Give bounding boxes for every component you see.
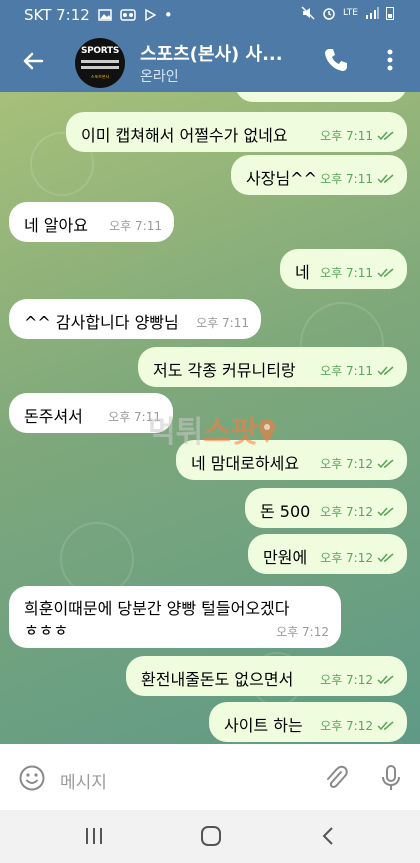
message-text: 돈 500 xyxy=(260,502,311,521)
message-bubble-out[interactable]: 이미 캡쳐해서 어쩔수가 없네요 오후 7:11 xyxy=(66,112,407,152)
message-bubble-out[interactable]: 사이트 하는 오후 7:12 xyxy=(209,702,407,742)
alarm-icon xyxy=(323,8,335,20)
message-time: 오후 7:11 xyxy=(320,364,373,378)
message-meta: 오후 7:11 xyxy=(320,127,395,144)
message-time: 오후 7:11 xyxy=(109,219,162,233)
chat-status: 온라인 xyxy=(140,69,179,85)
double-check-icon xyxy=(377,552,394,562)
more-vert-icon[interactable] xyxy=(382,46,398,74)
double-check-icon xyxy=(377,506,394,516)
message-meta: 오후 7:11 xyxy=(320,264,395,281)
message-text: 네 맘대로하세요 xyxy=(191,454,300,473)
mic-icon[interactable] xyxy=(380,764,402,792)
mute-icon xyxy=(301,6,315,20)
avatar[interactable]: SPORTS 스포츠본사 xyxy=(75,38,125,88)
notification-dot-icon: • xyxy=(163,6,173,24)
double-check-icon xyxy=(377,365,394,375)
chat-title[interactable]: 스포츠(본사) 사... xyxy=(140,40,283,66)
message-meta: 오후 7:12 xyxy=(320,455,395,472)
message-meta: 오후 7:12 xyxy=(320,503,395,520)
double-check-icon xyxy=(377,674,394,684)
message-bubble-out[interactable]: 만원에 오후 7:12 xyxy=(248,534,407,574)
status-carrier-time: SKT 7:12 xyxy=(24,6,90,24)
watermark-left: 먹튀 xyxy=(148,415,204,450)
emoji-icon[interactable] xyxy=(18,764,46,792)
chat-area[interactable]: 이미 캡쳐해서 어쩔수가 없네요 오후 7:11 사장님^^ 오후 7:11 네… xyxy=(0,92,420,744)
message-time: 오후 7:12 xyxy=(320,551,373,565)
double-check-icon xyxy=(377,458,394,468)
message-meta: 오후 7:11 xyxy=(320,362,395,379)
message-time: 오후 7:12 xyxy=(320,719,373,733)
message-meta: 오후 7:12 xyxy=(320,671,395,688)
avatar-subtext: 스포츠본사 xyxy=(90,74,110,79)
message-text: 이미 캡쳐해서 어쩔수가 없네요 xyxy=(81,126,288,145)
message-bubble-out[interactable]: 저도 각종 커뮤니티랑 오후 7:11 xyxy=(138,347,407,387)
message-time: 오후 7:11 xyxy=(320,129,373,143)
watermark-right: 스팟 xyxy=(203,415,259,450)
network-type: LTE xyxy=(343,8,358,18)
play-store-icon xyxy=(145,9,156,21)
message-bubble-out[interactable]: 네 오후 7:11 xyxy=(280,249,407,289)
message-time: 오후 7:11 xyxy=(320,172,373,186)
message-text-line-1: 희훈이때문에 당분간 양빵 털들어오겠다 xyxy=(24,599,290,618)
message-text: ^^ 감사합니다 양빵님 xyxy=(24,313,179,332)
message-meta: 오후 7:11 xyxy=(109,217,162,234)
recents-icon[interactable] xyxy=(84,825,104,847)
message-text: 환전내줄돈도 없으면서 xyxy=(141,670,294,689)
message-input[interactable]: 메시지 xyxy=(60,768,107,793)
message-text: 저도 각종 커뮤니티랑 xyxy=(153,361,296,380)
signal-icon xyxy=(366,7,379,19)
message-bubble-out[interactable]: 환전내줄돈도 없으면서 오후 7:12 xyxy=(126,656,407,696)
gallery-icon xyxy=(98,9,112,21)
message-meta: 오후 7:12 xyxy=(276,623,329,640)
message-meta: 오후 7:11 xyxy=(320,170,395,187)
nav-back-icon[interactable] xyxy=(320,825,336,847)
battery-icon xyxy=(386,7,394,20)
message-time: 오후 7:12 xyxy=(320,673,373,687)
message-meta: 오후 7:11 xyxy=(196,314,249,331)
home-icon[interactable] xyxy=(200,825,222,847)
system-nav-bar xyxy=(0,810,420,863)
message-time: 오후 7:11 xyxy=(320,266,373,280)
message-text: 돈주셔서 xyxy=(24,407,83,426)
double-check-icon xyxy=(377,720,394,730)
message-time: 오후 7:12 xyxy=(276,625,329,639)
message-input-bar: 메시지 xyxy=(0,744,420,810)
double-check-icon xyxy=(377,173,394,183)
phone-icon[interactable] xyxy=(322,46,350,74)
status-bar: SKT 7:12 • LTE xyxy=(0,0,420,30)
message-bubble-partial[interactable] xyxy=(235,92,407,102)
message-text: 사이트 하는 xyxy=(224,716,303,735)
message-bubble-in[interactable]: 네 알아요 오후 7:11 xyxy=(9,202,174,242)
message-bubble-in[interactable]: 희훈이때문에 당분간 양빵 털들어오겠다 ㅎㅎㅎ 오후 7:12 xyxy=(9,586,341,648)
voicemail-icon xyxy=(120,9,136,21)
watermark: 먹튀스팟 xyxy=(148,407,276,451)
message-time: 오후 7:12 xyxy=(320,505,373,519)
back-arrow-icon[interactable] xyxy=(18,46,48,76)
message-time: 오후 7:12 xyxy=(320,457,373,471)
map-pin-icon xyxy=(259,419,276,443)
message-text: 만원에 xyxy=(263,548,308,567)
message-text: 사장님^^ xyxy=(246,169,317,188)
message-text-line-2: ㅎㅎㅎ xyxy=(24,621,69,640)
message-bubble-out[interactable]: 사장님^^ 오후 7:11 xyxy=(231,155,407,195)
message-text: 네 xyxy=(295,263,310,282)
chat-header: SPORTS 스포츠본사 스포츠(본사) 사... 온라인 xyxy=(0,30,420,92)
message-bubble-in[interactable]: ^^ 감사합니다 양빵님 오후 7:11 xyxy=(9,299,261,339)
double-check-icon xyxy=(377,130,394,140)
message-bubble-out[interactable]: 돈 500 오후 7:12 xyxy=(245,488,407,528)
message-text: 네 알아요 xyxy=(24,216,88,235)
message-time: 오후 7:11 xyxy=(196,316,249,330)
double-check-icon xyxy=(377,267,394,277)
avatar-text: SPORTS xyxy=(80,46,120,56)
message-meta: 오후 7:12 xyxy=(320,549,395,566)
attach-icon[interactable] xyxy=(323,764,349,792)
message-meta: 오후 7:12 xyxy=(320,717,395,734)
